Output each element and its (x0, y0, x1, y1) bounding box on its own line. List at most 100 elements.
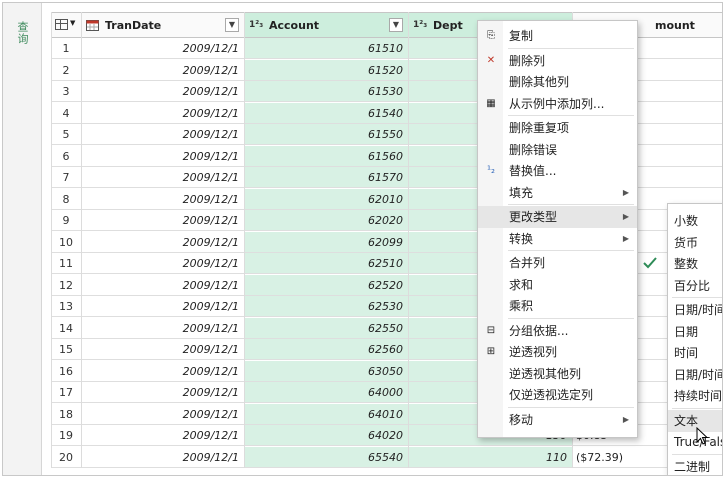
row-number[interactable]: 7 (51, 167, 81, 188)
row-number[interactable]: 18 (51, 403, 81, 425)
row-number[interactable]: 10 (51, 231, 81, 253)
cell-account[interactable]: 61530 (244, 81, 408, 102)
cell-trandate[interactable]: 2009/12/1 (81, 232, 244, 253)
cell-account[interactable]: 64010 (244, 403, 408, 425)
cell-account[interactable]: 62010 (244, 188, 408, 210)
menu-item[interactable]: 求和 (478, 274, 637, 296)
cell-account[interactable]: 65540 (244, 446, 408, 468)
row-number[interactable]: 15 (51, 339, 81, 360)
type-menu-item[interactable]: 持续时间 (668, 385, 722, 407)
cell-account[interactable]: 62530 (244, 296, 408, 317)
cell-trandate[interactable]: 2009/12/1 (81, 404, 244, 425)
cell-trandate[interactable]: 2009/12/1 (81, 253, 244, 274)
cell-trandate[interactable]: 2009/12/1 (81, 361, 244, 382)
type-menu-item[interactable]: 货币 (668, 232, 722, 254)
column-filter-dropdown[interactable]: ▼ (389, 18, 403, 32)
menu-item[interactable]: ¹₂ 替换值... (478, 160, 637, 182)
cell-account[interactable]: 64020 (244, 425, 408, 446)
cell-trandate[interactable]: 2009/12/1 (81, 275, 244, 296)
row-number[interactable]: 2 (51, 59, 81, 81)
cell-trandate[interactable]: 2009/12/1 (81, 339, 244, 360)
menu-item[interactable]: ✕ 删除列 (478, 50, 637, 72)
cell-account[interactable]: 62520 (244, 274, 408, 296)
cell-account[interactable]: 62020 (244, 210, 408, 231)
cell-trandate[interactable]: 2009/12/1 (81, 81, 244, 102)
row-number[interactable]: 14 (51, 317, 81, 339)
row-number[interactable]: 9 (51, 210, 81, 231)
chevron-down-icon[interactable]: ▼ (70, 19, 75, 27)
cell-account[interactable]: 63050 (244, 360, 408, 382)
row-number[interactable]: 19 (51, 425, 81, 446)
cell-trandate[interactable]: 2009/12/1 (81, 124, 244, 145)
row-number[interactable]: 17 (51, 382, 81, 403)
whole-number-type-icon[interactable]: 1²₃ (413, 19, 427, 31)
cell-account[interactable]: 61510 (244, 38, 408, 59)
menu-item[interactable]: 逆透视其他列 (478, 363, 637, 385)
cell-trandate[interactable]: 2009/12/1 (81, 296, 244, 317)
cell-account[interactable]: 61550 (244, 124, 408, 145)
type-menu-item[interactable]: 时间 (668, 342, 722, 364)
row-number[interactable]: 8 (51, 188, 81, 210)
cell-trandate[interactable]: 2009/12/1 (81, 38, 244, 59)
menu-item[interactable]: ⊟ 分组依据... (478, 320, 637, 342)
row-number[interactable]: 11 (51, 253, 81, 274)
table-icon[interactable] (55, 19, 68, 30)
menu-item[interactable]: 删除错误 (478, 139, 637, 161)
row-number[interactable]: 13 (51, 296, 81, 317)
cell-trandate[interactable]: 2009/12/1 (81, 189, 244, 210)
column-header-trandate[interactable]: TranDate ▼ (81, 12, 244, 38)
row-number[interactable]: 20 (51, 446, 81, 468)
menu-item[interactable]: 更改类型 ▶ (478, 206, 637, 228)
cell-trandate[interactable]: 2009/12/1 (81, 382, 244, 403)
cell-account[interactable]: 61540 (244, 102, 408, 124)
row-number[interactable]: 6 (51, 145, 81, 167)
type-menu-item[interactable]: 整数 (668, 253, 722, 275)
cell-account[interactable]: 62099 (244, 231, 408, 253)
type-menu-item[interactable]: 日期/时间 (668, 299, 722, 321)
row-number[interactable]: 5 (51, 124, 81, 145)
menu-item[interactable]: ▦ 从示例中添加列... (478, 93, 637, 115)
cell-account[interactable]: 62550 (244, 317, 408, 339)
column-header-account[interactable]: 1²₃ Account ▼ (244, 12, 408, 38)
cell-account[interactable]: 64000 (244, 382, 408, 403)
cell-trandate[interactable]: 2009/12/1 (81, 318, 244, 339)
menu-item[interactable]: 合并列 (478, 252, 637, 274)
queries-pane-collapsed[interactable]: 查询 (3, 3, 42, 475)
menu-item[interactable]: 填充 ▶ (478, 182, 637, 204)
type-menu-item[interactable]: 小数 (668, 210, 722, 232)
column-filter-dropdown[interactable]: ▼ (225, 18, 239, 32)
menu-item[interactable]: ⊞ 逆透视列 (478, 341, 637, 363)
cell-trandate[interactable]: 2009/12/1 (81, 103, 244, 124)
type-menu-item[interactable]: 二进制 (668, 456, 722, 476)
row-number[interactable]: 3 (51, 81, 81, 102)
row-number[interactable]: 16 (51, 360, 81, 382)
cell-trandate[interactable]: 2009/12/1 (81, 60, 244, 81)
cell-account[interactable]: 61560 (244, 145, 408, 167)
cell-trandate[interactable]: 2009/12/1 (81, 447, 244, 468)
cell-trandate[interactable]: 2009/12/1 (81, 425, 244, 446)
cell-account[interactable]: 62560 (244, 339, 408, 360)
menu-item[interactable]: 转换 ▶ (478, 228, 637, 250)
menu-item-label: 移动 (509, 412, 534, 427)
cell-trandate[interactable]: 2009/12/1 (81, 146, 244, 167)
cell-trandate[interactable]: 2009/12/1 (81, 167, 244, 188)
cell-dept[interactable]: 110 (408, 446, 572, 468)
menu-item[interactable]: 仅逆透视选定列 (478, 384, 637, 406)
menu-item[interactable]: ⎘ 复制 (478, 25, 637, 47)
row-number[interactable]: 4 (51, 102, 81, 124)
menu-item[interactable]: 乘积 (478, 295, 637, 317)
cell-account[interactable]: 61570 (244, 167, 408, 188)
menu-item[interactable]: 移动 ▶ (478, 409, 637, 431)
cell-trandate[interactable]: 2009/12/1 (81, 210, 244, 231)
row-number[interactable]: 12 (51, 274, 81, 296)
whole-number-type-icon[interactable]: 1²₃ (249, 19, 263, 31)
type-menu-item[interactable]: 百分比 (668, 275, 722, 297)
type-menu-item[interactable]: 日期/时间/ (668, 364, 722, 386)
cell-account[interactable]: 61520 (244, 59, 408, 81)
type-menu-item[interactable]: 日期 (668, 321, 722, 343)
row-number[interactable]: 1 (51, 38, 81, 59)
menu-item[interactable]: 删除其他列 (478, 71, 637, 93)
table-menu-header[interactable]: ▼ (51, 12, 81, 38)
cell-account[interactable]: 62510 (244, 253, 408, 274)
menu-item[interactable]: 删除重复项 (478, 117, 637, 139)
